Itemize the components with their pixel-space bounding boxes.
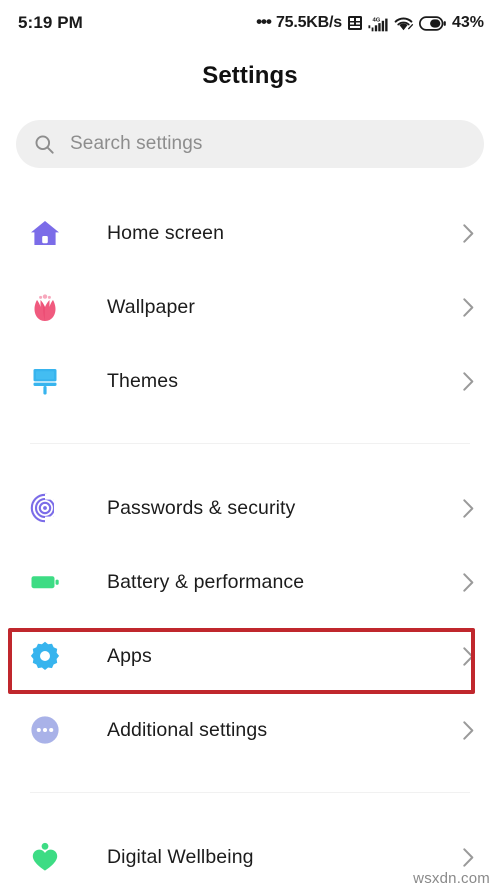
settings-row-wallpaper[interactable]: Wallpaper bbox=[0, 270, 500, 344]
sim-card-icon bbox=[347, 16, 362, 30]
battery-full-icon bbox=[28, 565, 62, 599]
chevron-right-icon bbox=[463, 297, 474, 317]
chevron-right-icon bbox=[463, 371, 474, 391]
search-icon bbox=[35, 135, 54, 154]
settings-row-label: Home screen bbox=[107, 221, 225, 244]
settings-row-label: Additional settings bbox=[107, 718, 268, 741]
chevron-right-icon bbox=[463, 572, 474, 592]
settings-group-personalization: Home screen Wallpaper Themes bbox=[0, 196, 500, 418]
settings-row-themes[interactable]: Themes bbox=[0, 344, 500, 418]
house-icon bbox=[28, 216, 62, 250]
settings-row-home-screen[interactable]: Home screen bbox=[0, 196, 500, 270]
settings-row-label: Apps bbox=[107, 644, 152, 667]
chevron-right-icon bbox=[463, 646, 474, 666]
chevron-right-icon bbox=[463, 720, 474, 740]
settings-row-label: Digital Wellbeing bbox=[107, 845, 254, 868]
chevron-right-icon bbox=[463, 847, 474, 867]
watermark: wsxdn.com bbox=[413, 870, 490, 887]
tulip-flower-icon bbox=[28, 290, 62, 324]
status-indicators: ••• 75.5KB/s 4G 43% bbox=[256, 11, 484, 32]
search-input[interactable]: Search settings bbox=[16, 120, 484, 168]
settings-row-label: Themes bbox=[107, 369, 179, 392]
settings-row-battery-performance[interactable]: Battery & performance bbox=[0, 545, 500, 619]
network-speed-label: 75.5KB/s bbox=[275, 14, 342, 31]
settings-group-system: Passwords & security Battery & performan… bbox=[0, 471, 500, 767]
svg-text:4G: 4G bbox=[373, 17, 381, 23]
search-placeholder: Search settings bbox=[70, 133, 203, 154]
battery-icon bbox=[418, 15, 446, 31]
battery-percent-label: 43% bbox=[451, 14, 484, 31]
status-bar: 5:19 PM ••• 75.5KB/s 4G 43% bbox=[0, 0, 500, 46]
settings-row-apps[interactable]: Apps bbox=[0, 619, 500, 693]
wifi-icon bbox=[394, 17, 414, 31]
paint-roller-icon bbox=[28, 364, 62, 398]
chevron-right-icon bbox=[463, 498, 474, 518]
settings-list: Home screen Wallpaper Themes Passwords &… bbox=[0, 196, 500, 893]
page-title: Settings bbox=[202, 62, 298, 89]
three-dots-circle-icon bbox=[28, 713, 62, 747]
chevron-right-icon bbox=[463, 223, 474, 243]
settings-row-passwords-security[interactable]: Passwords & security bbox=[0, 471, 500, 545]
settings-screen: 5:19 PM ••• 75.5KB/s 4G 43% Settings Sea… bbox=[0, 0, 500, 893]
status-clock: 5:19 PM bbox=[18, 13, 83, 32]
settings-row-label: Passwords & security bbox=[107, 496, 296, 519]
fingerprint-icon bbox=[28, 491, 62, 525]
network-activity-dots-icon: ••• bbox=[256, 11, 272, 31]
heart-person-icon bbox=[28, 840, 62, 874]
settings-row-label: Battery & performance bbox=[107, 570, 305, 593]
cellular-signal-4g-icon: 4G bbox=[368, 17, 388, 31]
gear-icon bbox=[28, 639, 62, 673]
settings-row-additional-settings[interactable]: Additional settings bbox=[0, 693, 500, 767]
settings-row-label: Wallpaper bbox=[107, 295, 195, 318]
